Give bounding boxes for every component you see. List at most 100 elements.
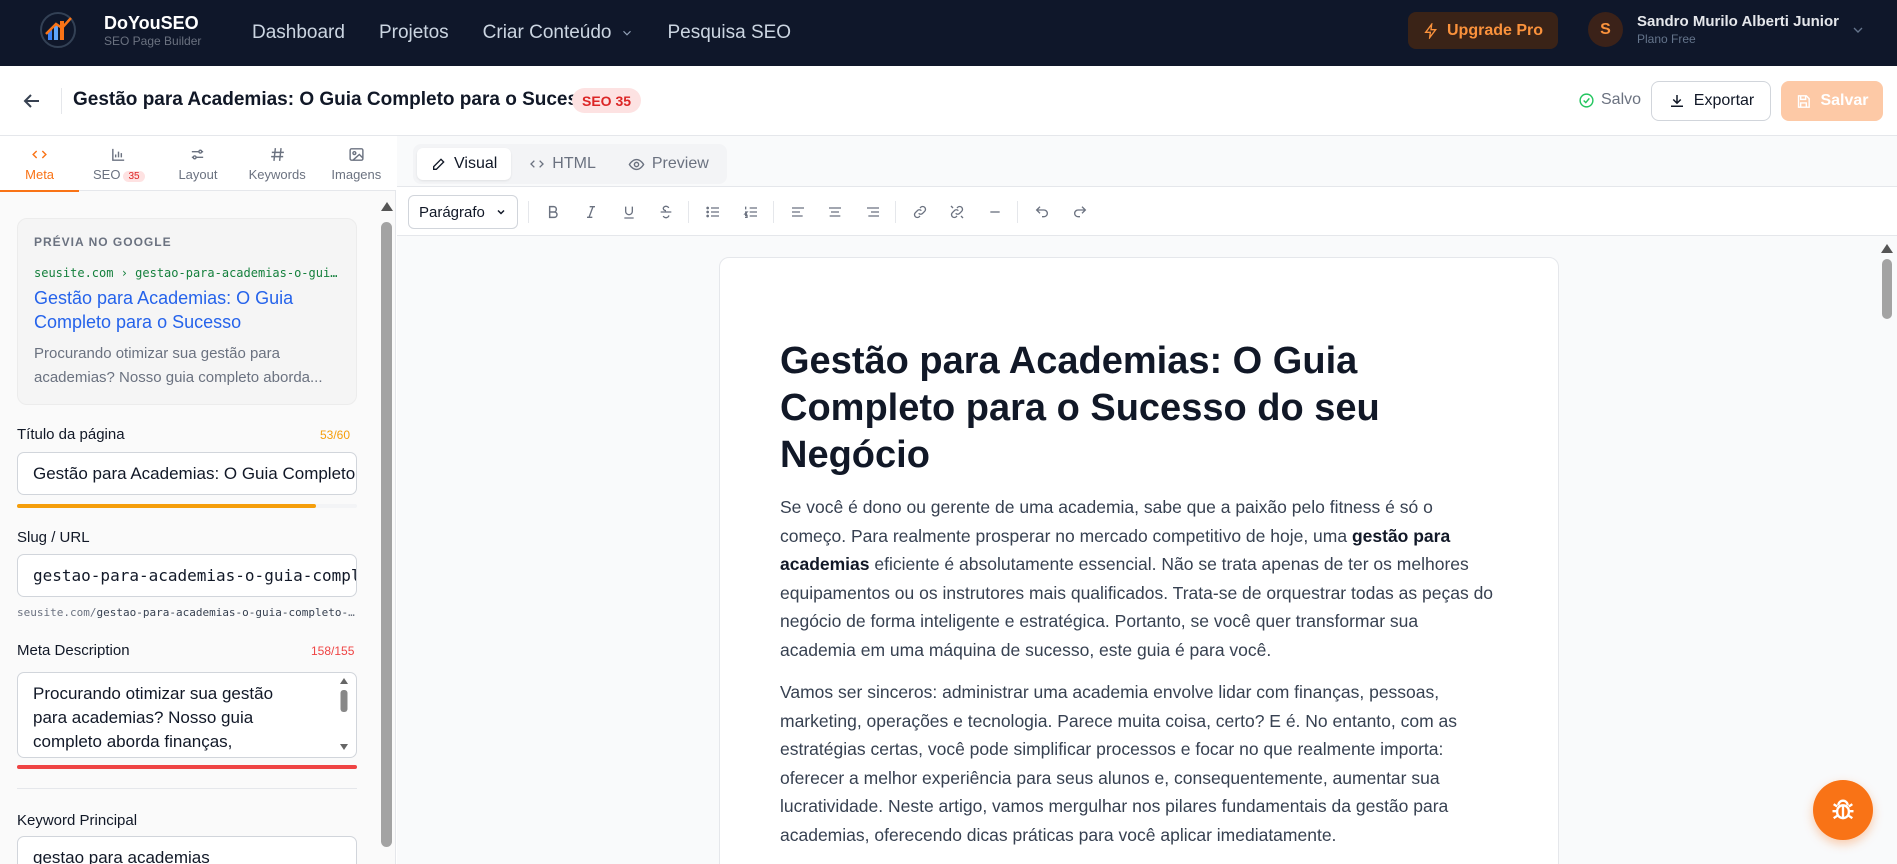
formatting-toolbar: Parágrafo — [397, 186, 1897, 236]
content-paragraph[interactable]: Se você é dono ou gerente de uma academi… — [780, 493, 1498, 664]
tab-imagens[interactable]: Imagens — [317, 136, 396, 191]
nav-criar-conteudo-label: Criar Conteúdo — [482, 22, 612, 43]
check-circle-icon — [1579, 92, 1594, 108]
align-right-icon — [867, 207, 879, 217]
sidebar-scrollbar[interactable] — [381, 222, 392, 847]
upgrade-pro-label: Upgrade Pro — [1446, 21, 1543, 39]
page-title-progress-fill — [17, 504, 317, 508]
page-title-progress — [17, 504, 357, 508]
google-preview-url: seusite.com › gestao-para-academias-o-gu… — [34, 266, 340, 280]
bold-icon — [548, 205, 558, 219]
undo-icon — [1035, 206, 1048, 218]
unlink-button[interactable] — [944, 199, 970, 225]
link-button[interactable] — [907, 199, 933, 225]
mode-visual-label: Visual — [454, 155, 498, 172]
content-paragraph[interactable]: Vamos ser sinceros: administrar uma acad… — [780, 678, 1498, 849]
nav-criar-conteudo[interactable]: Criar Conteúdo — [483, 22, 634, 44]
user-menu[interactable]: S Sandro Murilo Alberti Junior Plano Fre… — [1588, 12, 1863, 47]
italic-button[interactable] — [578, 199, 604, 225]
section-divider — [17, 788, 357, 789]
tab-meta-label: Meta — [25, 166, 55, 182]
toolbar-divider — [528, 201, 529, 223]
horizontal-rule-button[interactable] — [982, 199, 1008, 225]
mode-preview[interactable]: Preview — [614, 148, 723, 180]
editor-scroll-up[interactable] — [1881, 244, 1893, 253]
nav-projetos[interactable]: Projetos — [379, 22, 449, 44]
user-info: Sandro Murilo Alberti Junior Plano Free — [1637, 13, 1839, 47]
strikethrough-button[interactable] — [653, 199, 679, 225]
save-status-label: Salvo — [1601, 91, 1642, 108]
meta-description-textarea[interactable]: Procurando otimizar sua gestão para acad… — [17, 672, 357, 758]
seo-score-badge: SEO 35 — [572, 88, 642, 113]
meta-description-count: 158/155 — [311, 644, 355, 658]
upgrade-pro-button[interactable]: Upgrade Pro — [1408, 12, 1558, 49]
strikethrough-icon — [660, 205, 672, 219]
slug-hint-domain: seusite.com/ — [17, 606, 97, 619]
mode-preview-label: Preview — [651, 155, 709, 172]
numbered-list-icon — [743, 206, 757, 218]
slug-input[interactable]: gestao-para-academias-o-guia-completo-pa… — [17, 554, 357, 597]
code-icon — [32, 149, 47, 159]
bullet-list-button[interactable] — [700, 199, 726, 225]
mode-html-label: HTML — [552, 155, 596, 172]
tab-keywords[interactable]: Keywords — [238, 136, 317, 191]
save-label: Salvar — [1820, 92, 1869, 109]
document-page[interactable]: Gestão para Academias: O Guia Completo p… — [719, 257, 1559, 864]
export-button[interactable]: Exportar — [1651, 81, 1771, 121]
download-icon — [1670, 95, 1683, 107]
google-preview-label: PRÉVIA NO GOOGLE — [34, 235, 172, 249]
unlink-icon — [950, 205, 964, 219]
lightning-icon — [1424, 22, 1437, 39]
align-right-button[interactable] — [860, 199, 886, 225]
align-center-icon — [829, 207, 841, 217]
mode-html[interactable]: HTML — [515, 148, 610, 180]
sidebar-scroll-up[interactable] — [381, 202, 393, 211]
toolbar-divider — [895, 201, 896, 223]
pencil-icon — [433, 158, 445, 170]
align-center-button[interactable] — [822, 199, 848, 225]
paragraph-text: eficiente é absolutamente essencial. Não… — [780, 554, 1494, 660]
bold-button[interactable] — [540, 199, 566, 225]
sliders-icon — [192, 149, 204, 159]
align-left-button[interactable] — [785, 199, 811, 225]
redo-button[interactable] — [1067, 199, 1093, 225]
tab-meta[interactable]: Meta — [0, 136, 80, 192]
numbered-list-button[interactable] — [738, 199, 764, 225]
save-button[interactable]: Salvar — [1781, 81, 1883, 121]
editor-scrollbar[interactable] — [1882, 259, 1892, 319]
textarea-scrollbar[interactable] — [339, 676, 349, 752]
page-title-input[interactable]: Gestão para Academias: O Guia Completo p… — [17, 452, 357, 495]
export-label: Exportar — [1693, 92, 1755, 109]
toolbar-divider — [773, 201, 774, 223]
minus-icon — [990, 211, 1000, 213]
google-preview-title: Gestão para Academias: O Guia Completo p… — [34, 288, 294, 332]
chevron-down-icon — [497, 209, 505, 215]
page-title-count: 53/60 — [320, 428, 351, 442]
underline-icon — [624, 206, 634, 219]
nav-dashboard[interactable]: Dashboard — [252, 22, 345, 44]
back-arrow-icon[interactable] — [20, 89, 44, 113]
tab-seo[interactable]: SEO 35 — [79, 136, 158, 191]
meta-description-progress-fill — [17, 765, 357, 769]
bar-chart-icon — [112, 148, 125, 161]
logo-icon[interactable] — [38, 10, 78, 50]
brand[interactable]: DoYouSEO SEO Page Builder — [104, 13, 201, 49]
bullet-list-icon — [706, 206, 719, 218]
user-name: Sandro Murilo Alberti Junior — [1637, 12, 1839, 30]
content-heading[interactable]: Gestão para Academias: O Guia Completo p… — [780, 338, 1420, 479]
slug-hint-path: gestao-para-academias-o-guia-completo-pa… — [96, 606, 357, 619]
tab-layout[interactable]: Layout — [158, 136, 237, 191]
page-title-label: Título da página — [17, 426, 125, 443]
save-status: Salvo — [1578, 91, 1641, 109]
undo-button[interactable] — [1029, 199, 1055, 225]
meta-description-label: Meta Description — [17, 642, 130, 659]
hash-icon — [270, 147, 284, 161]
tab-keywords-label: Keywords — [248, 166, 306, 182]
nav-pesquisa-seo[interactable]: Pesquisa SEO — [668, 22, 792, 44]
image-icon — [349, 147, 364, 161]
underline-button[interactable] — [616, 199, 642, 225]
keyword-input[interactable]: gestao para academias — [17, 836, 357, 864]
block-format-select[interactable]: Parágrafo — [408, 195, 518, 229]
bug-report-button[interactable] — [1813, 780, 1873, 840]
mode-visual[interactable]: Visual — [417, 148, 512, 180]
